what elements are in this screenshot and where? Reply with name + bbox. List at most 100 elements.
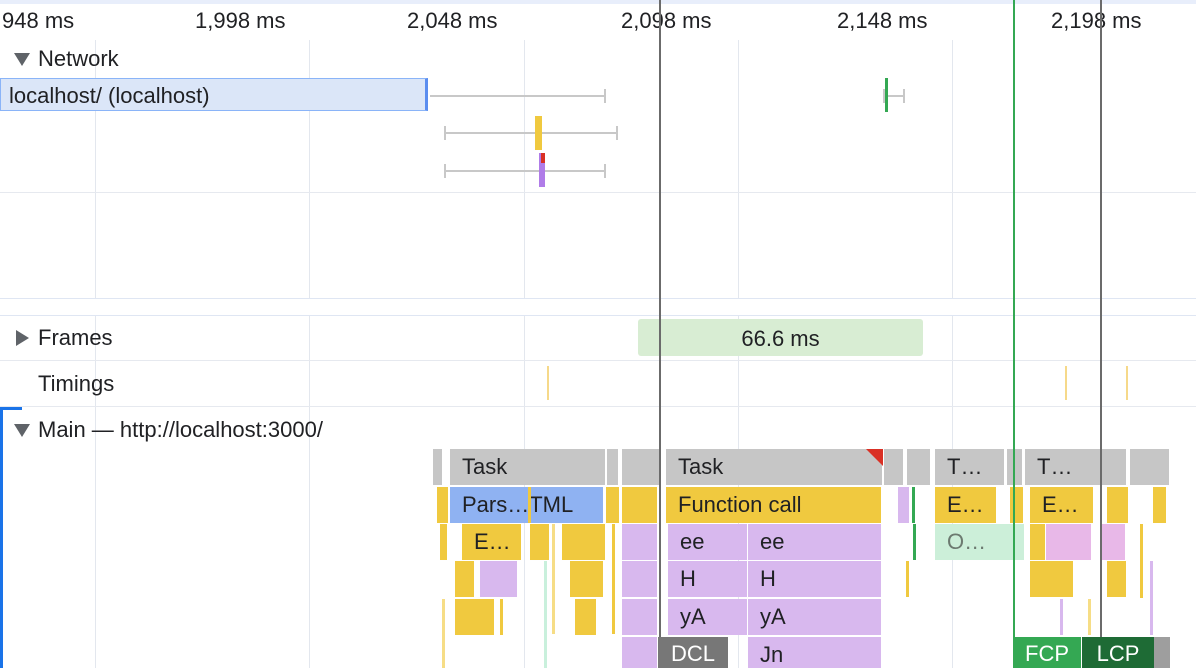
flame-event[interactable] (622, 599, 658, 635)
flame-sliver (912, 487, 915, 523)
flame-event[interactable] (440, 524, 448, 560)
flame-task[interactable]: T… (935, 449, 1005, 485)
timing-mark[interactable] (1126, 366, 1128, 400)
main-track-bracket (0, 407, 3, 668)
flame-event[interactable] (437, 487, 449, 523)
flame-event[interactable] (570, 561, 604, 597)
time-ruler[interactable]: 948 ms 1,998 ms 2,048 ms 2,098 ms 2,148 … (0, 0, 1196, 40)
request-whisker-cap (604, 164, 606, 178)
lcp-marker-line (1100, 0, 1102, 668)
flame-task[interactable]: T… (1025, 449, 1127, 485)
flame-sliver (906, 561, 909, 597)
timing-mark[interactable] (1065, 366, 1067, 400)
flame-event[interactable] (455, 599, 495, 635)
flame-event[interactable] (898, 487, 910, 523)
network-row-divider (0, 192, 1196, 193)
flame-sliver (544, 561, 547, 668)
ruler-tick-label: 2,198 ms (1051, 8, 1142, 33)
flame-event[interactable] (480, 561, 518, 597)
frames-track-label[interactable]: Frames (38, 325, 113, 351)
flame-sliver (552, 524, 555, 634)
flame-ee[interactable]: ee (668, 524, 748, 560)
flame-event[interactable]: E… (1030, 487, 1094, 523)
flame-h[interactable]: H (668, 561, 748, 597)
flame-event[interactable] (622, 524, 658, 560)
request-whisker-cap (604, 89, 606, 103)
flame-ya[interactable]: yA (748, 599, 882, 635)
main-track-bracket-top (0, 407, 22, 410)
flame-sliver (1140, 524, 1143, 598)
network-track-label[interactable]: Network (38, 46, 119, 72)
flame-event[interactable]: O… (935, 524, 1025, 560)
flame-ya[interactable]: yA (668, 599, 748, 635)
flame-sliver (500, 599, 503, 635)
request-whisker (444, 170, 606, 172)
flame-event[interactable]: E… (462, 524, 522, 560)
flame-sliver (442, 599, 445, 668)
flame-jn[interactable]: Jn (748, 637, 882, 668)
network-request-image[interactable] (885, 78, 888, 112)
expand-main-icon[interactable] (14, 424, 30, 437)
flame-event[interactable] (1107, 487, 1129, 523)
network-request-style-head (541, 153, 545, 163)
request-whisker (430, 95, 606, 97)
dcl-marker[interactable]: DCL (658, 637, 728, 668)
flame-task[interactable] (622, 449, 660, 485)
flame-event[interactable] (1107, 561, 1127, 597)
request-whisker-cap (903, 89, 905, 103)
expand-network-icon[interactable] (14, 53, 30, 66)
frame-bar[interactable]: 66.6 ms (638, 319, 923, 356)
flame-task[interactable] (1007, 449, 1023, 485)
expand-frames-icon[interactable] (16, 330, 29, 346)
flame-event[interactable] (455, 561, 475, 597)
marker-tail (1154, 637, 1170, 668)
flame-function-call[interactable]: Function call (666, 487, 882, 523)
flame-event[interactable] (1153, 487, 1167, 523)
flame-event[interactable] (575, 599, 597, 635)
flame-sliver (528, 487, 531, 523)
network-request-script[interactable] (535, 116, 542, 150)
ruler-tick-label: 1,998 ms (195, 8, 286, 33)
section-divider (0, 298, 1196, 316)
flame-sliver (1150, 561, 1153, 635)
flame-event[interactable]: E… (935, 487, 997, 523)
flame-sliver (1088, 599, 1091, 635)
fcp-marker-line (1013, 0, 1015, 668)
main-track-label[interactable]: Main — http://localhost:3000/ (38, 417, 323, 443)
timing-mark[interactable] (547, 366, 549, 400)
track-divider (0, 406, 1196, 407)
fcp-marker[interactable]: FCP (1013, 637, 1081, 668)
ruler-tick-label: 948 ms (2, 8, 75, 33)
flame-event[interactable] (622, 487, 658, 523)
gridline (524, 0, 525, 668)
flame-h[interactable]: H (748, 561, 882, 597)
flame-event[interactable] (562, 524, 606, 560)
lcp-marker[interactable]: LCP (1082, 637, 1154, 668)
flame-event[interactable] (1100, 524, 1126, 560)
network-request-localhost[interactable]: localhost/ (localhost) (0, 78, 428, 111)
long-task-warning-icon[interactable] (866, 449, 883, 466)
request-whisker (444, 132, 618, 134)
flame-event[interactable] (606, 487, 620, 523)
gridline (952, 0, 953, 668)
network-request-label: localhost/ (localhost) (9, 83, 210, 108)
flame-ee[interactable]: ee (748, 524, 882, 560)
timings-track-label[interactable]: Timings (38, 371, 114, 397)
flame-event[interactable] (1030, 561, 1074, 597)
flame-event[interactable] (622, 561, 658, 597)
flame-task[interactable] (433, 449, 443, 485)
dcl-marker-line (659, 0, 661, 668)
flame-event[interactable] (622, 637, 658, 668)
flame-sliver (612, 524, 615, 634)
flame-task[interactable] (907, 449, 931, 485)
flame-event[interactable] (1046, 524, 1092, 560)
flame-task[interactable] (607, 449, 619, 485)
flame-task[interactable] (884, 449, 904, 485)
flame-parse-html[interactable]: Pars…TML (450, 487, 604, 523)
flame-event[interactable] (530, 524, 550, 560)
track-divider (0, 360, 1196, 361)
flame-event[interactable] (1030, 524, 1046, 560)
flame-task[interactable]: Task (666, 449, 883, 485)
flame-task[interactable]: Task (450, 449, 606, 485)
flame-task[interactable] (1130, 449, 1170, 485)
